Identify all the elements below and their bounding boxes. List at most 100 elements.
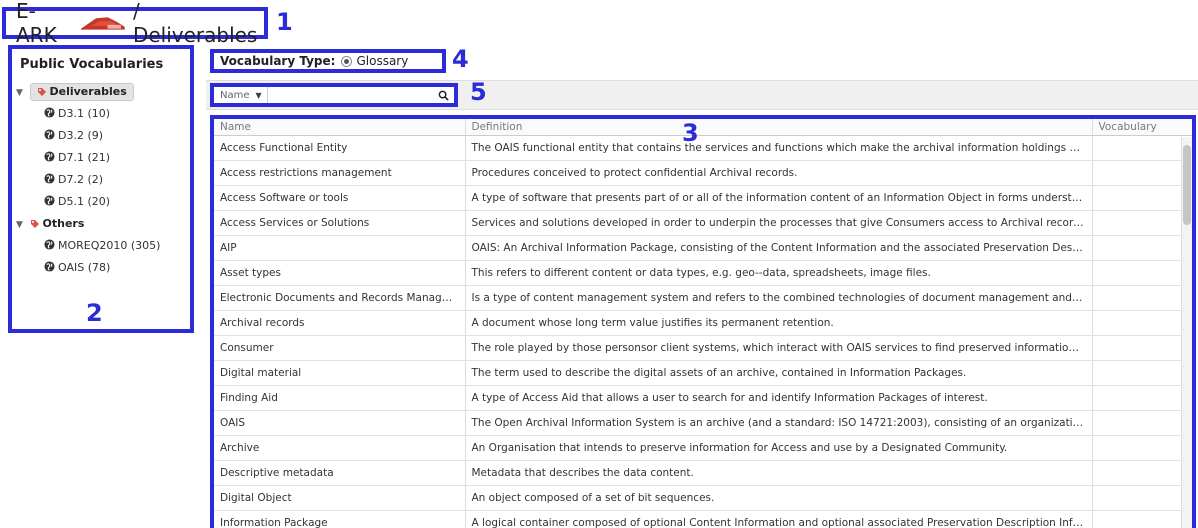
- vertical-scrollbar[interactable]: [1181, 137, 1192, 528]
- annotation-number-5: 5: [470, 78, 487, 106]
- search-toolbar: Name ▼ 5: [206, 78, 1198, 110]
- cell-definition: Is a type of content management system a…: [465, 285, 1093, 311]
- cell-name: Archive: [214, 435, 466, 461]
- cell-vocabulary: [1092, 135, 1192, 161]
- cell-vocabulary: [1092, 260, 1192, 286]
- tree-item-d5-1[interactable]: D5.1 (20): [16, 191, 160, 213]
- tree-item-d7-2[interactable]: D7.2 (2): [16, 169, 160, 191]
- cell-vocabulary: [1092, 485, 1192, 511]
- table-row[interactable]: Electronic Documents and Records Managem…: [214, 285, 1192, 311]
- globe-icon: [44, 173, 55, 184]
- table-row[interactable]: AIP OAIS: An Archival Information Package…: [214, 235, 1192, 261]
- tree-item-d7-1[interactable]: D7.1 (21): [16, 147, 160, 169]
- cell-definition: An object composed of a set of bit seque…: [465, 485, 1093, 511]
- tree-group-others[interactable]: ▼ Others: [16, 213, 160, 235]
- main-content: Vocabulary Type: Glossary 4 Name ▼ 5 Nam…: [206, 45, 1198, 528]
- page-header: E-ARK / Deliverables 1: [0, 0, 1198, 47]
- tree-item-d3-2[interactable]: D3.2 (9): [16, 125, 160, 147]
- cell-definition: Services and solutions developed in orde…: [465, 210, 1093, 236]
- cell-definition: The term used to describe the digital as…: [465, 360, 1093, 386]
- eark-logo-icon: [81, 17, 126, 30]
- cell-vocabulary: [1092, 360, 1192, 386]
- vocabulary-sidebar: Public Vocabularies ▼ Deliverables D3.1 …: [8, 45, 194, 333]
- table-row[interactable]: Finding Aid A type of Access Aid that all…: [214, 385, 1192, 411]
- globe-icon: [44, 195, 55, 206]
- search-button[interactable]: [432, 87, 454, 103]
- table-row[interactable]: Access restrictions management Procedures…: [214, 160, 1192, 186]
- cell-definition: A logical container composed of optional…: [465, 510, 1093, 528]
- expand-caret-icon[interactable]: ▼: [16, 214, 26, 236]
- table-row[interactable]: Information Package A logical container c…: [214, 510, 1192, 528]
- cell-definition: The Open Archival Information System is …: [465, 410, 1093, 436]
- column-header-name[interactable]: Name: [214, 119, 466, 136]
- glossary-radio-label[interactable]: Glossary: [356, 54, 408, 68]
- cell-vocabulary: [1092, 310, 1192, 336]
- glossary-radio[interactable]: [341, 55, 353, 67]
- column-header-definition[interactable]: Definition: [465, 119, 1093, 136]
- sidebar-title: Public Vocabularies: [20, 57, 164, 72]
- table-row[interactable]: Archival records A document whose long te…: [214, 310, 1192, 336]
- cell-name: Electronic Documents and Records Managem…: [214, 285, 466, 311]
- search-icon: [438, 90, 449, 101]
- cell-definition: This refers to different content or data…: [465, 260, 1093, 286]
- globe-icon: [44, 261, 55, 272]
- tree-group-deliverables[interactable]: ▼ Deliverables: [16, 81, 160, 103]
- search-input[interactable]: [268, 87, 432, 103]
- vocabulary-type-filter: Vocabulary Type: Glossary: [210, 49, 446, 73]
- cell-name: Asset types: [214, 260, 466, 286]
- table-header-row: Name Definition Vocabulary: [214, 119, 1192, 136]
- cell-name: Consumer: [214, 335, 466, 361]
- tree-item-d3-1[interactable]: D3.1 (10): [16, 103, 160, 125]
- cell-vocabulary: [1092, 510, 1192, 528]
- cell-definition: An Organisation that intends to preserve…: [465, 435, 1093, 461]
- glossary-table: Name Definition Vocabulary Access Functi…: [214, 119, 1192, 528]
- table-body: Access Functional Entity The OAIS functio…: [214, 135, 1192, 528]
- tree-item-oais[interactable]: OAIS (78): [16, 257, 160, 279]
- table-row[interactable]: Descriptive metadata Metadata that descri…: [214, 460, 1192, 486]
- cell-definition: Metadata that describes the data content…: [465, 460, 1093, 486]
- cell-vocabulary: [1092, 185, 1192, 211]
- search-box: Name ▼: [210, 83, 458, 107]
- table-row[interactable]: Digital material The term used to describ…: [214, 360, 1192, 386]
- tree-item-label: D3.2 (9): [58, 129, 104, 142]
- tree-item-moreq2010[interactable]: MOREQ2010 (305): [16, 235, 160, 257]
- brand-name[interactable]: E-ARK: [16, 0, 73, 47]
- column-header-vocabulary[interactable]: Vocabulary: [1092, 119, 1192, 136]
- cell-name: Descriptive metadata: [214, 460, 466, 486]
- table-row[interactable]: Access Functional Entity The OAIS functio…: [214, 135, 1192, 161]
- table-row[interactable]: Asset types This refers to different cont…: [214, 260, 1192, 286]
- cell-name: OAIS: [214, 410, 466, 436]
- cell-name: AIP: [214, 235, 466, 261]
- cell-name: Access Functional Entity: [214, 135, 466, 161]
- cell-name: Archival records: [214, 310, 466, 336]
- breadcrumb-current: / Deliverables: [132, 0, 258, 47]
- cell-vocabulary: [1092, 460, 1192, 486]
- annotation-number-3: 3: [682, 119, 699, 147]
- table-row[interactable]: Access Services or Solutions Services and…: [214, 210, 1192, 236]
- cell-vocabulary: [1092, 435, 1192, 461]
- cell-vocabulary: [1092, 385, 1192, 411]
- cell-vocabulary: [1092, 335, 1192, 361]
- tree-item-label: D7.1 (21): [58, 151, 111, 164]
- cell-vocabulary: [1092, 285, 1192, 311]
- cell-definition: The OAIS functional entity that contains…: [465, 135, 1093, 161]
- globe-icon: [44, 107, 55, 118]
- group-deliverables-selected[interactable]: Deliverables: [29, 83, 134, 101]
- cell-definition: A document whose long term value justifi…: [465, 310, 1093, 336]
- table-row[interactable]: Digital Object An object composed of a se…: [214, 485, 1192, 511]
- vocabulary-tree: ▼ Deliverables D3.1 (10) D3.2 (9) D7.1 (…: [16, 81, 160, 279]
- cell-name: Digital material: [214, 360, 466, 386]
- cell-definition: OAIS: An Archival Information Package, c…: [465, 235, 1093, 261]
- globe-icon: [44, 129, 55, 140]
- scrollbar-thumb[interactable]: [1183, 145, 1191, 225]
- globe-icon: [44, 239, 55, 250]
- vocabulary-type-label: Vocabulary Type:: [220, 54, 336, 68]
- table-row[interactable]: OAIS The Open Archival Information System…: [214, 410, 1192, 436]
- breadcrumb: E-ARK / Deliverables: [2, 0, 268, 47]
- cell-name: Access Software or tools: [214, 185, 466, 211]
- search-field-select[interactable]: Name ▼: [214, 87, 268, 103]
- expand-caret-icon[interactable]: ▼: [16, 82, 26, 104]
- table-row[interactable]: Archive An Organisation that intends to p…: [214, 435, 1192, 461]
- table-row[interactable]: Consumer The role played by those persons…: [214, 335, 1192, 361]
- table-row[interactable]: Access Software or tools A type of softwa…: [214, 185, 1192, 211]
